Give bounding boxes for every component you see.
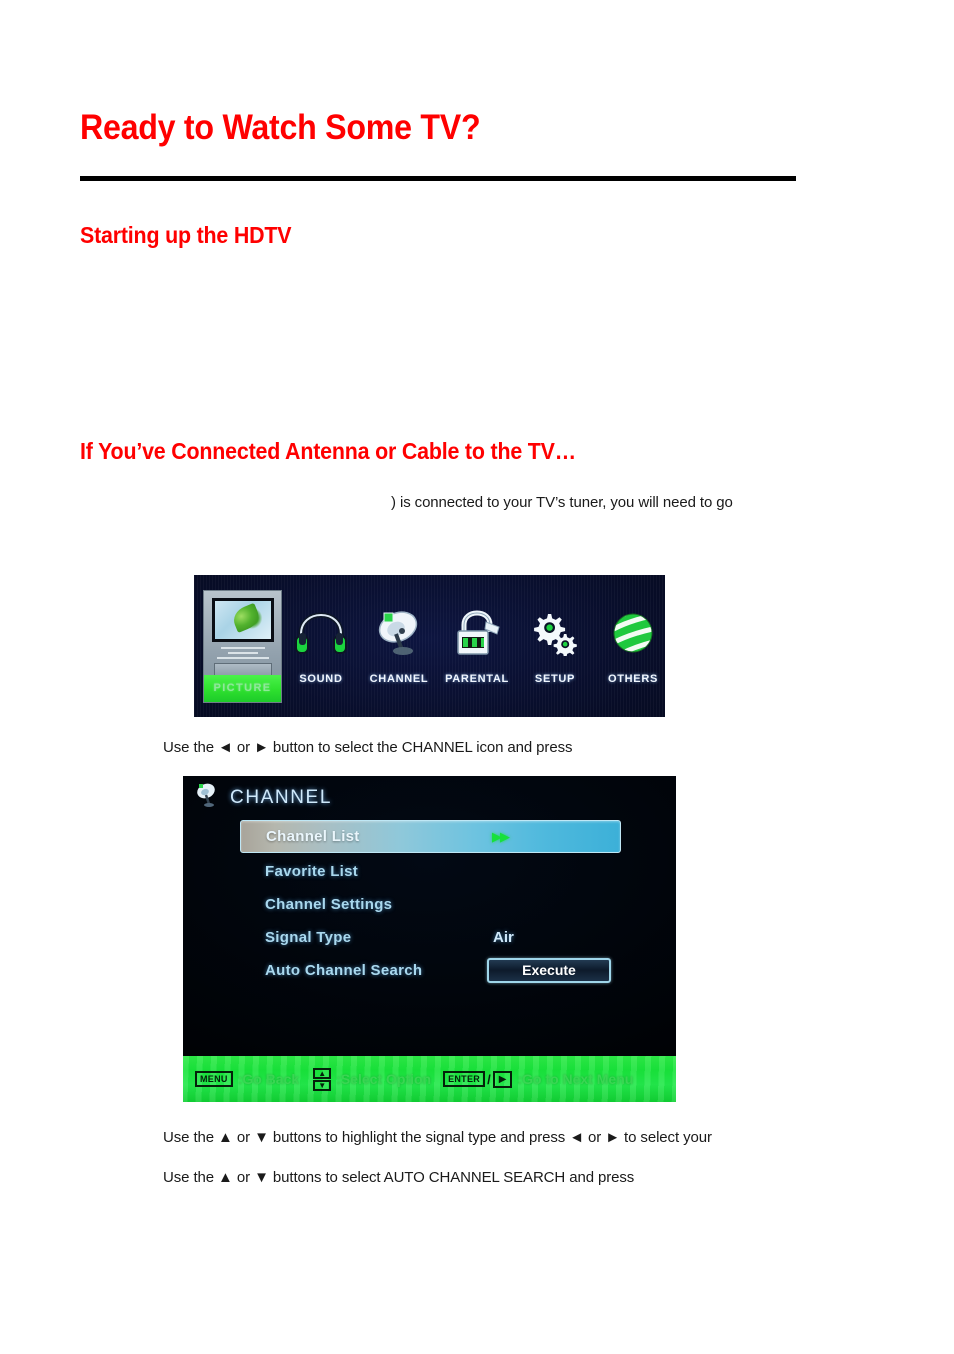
row-label: Channel List xyxy=(266,828,360,845)
channel-menu-header: CHANNEL xyxy=(194,782,332,813)
menu-item-label-others: OTHERS xyxy=(607,672,659,685)
figure-channel-menu-osd: CHANNEL Channel List ▶▶ Favorite List Ch… xyxy=(183,776,676,1102)
menu-item-parental[interactable]: PARENTAL xyxy=(438,590,516,703)
menu-item-others[interactable]: OTHERS xyxy=(594,590,665,703)
menu-item-label-setup: SETUP xyxy=(534,672,576,685)
menu-key-icon: MENU xyxy=(195,1071,233,1087)
satellite-dish-icon xyxy=(372,602,426,664)
instruction-channel-icon: Use the ◄ or ► button to select the CHAN… xyxy=(163,739,573,756)
tv-stand-bars xyxy=(213,646,273,659)
menu-key-action: :Go Back xyxy=(237,1071,300,1087)
satellite-dish-icon xyxy=(194,782,220,813)
section-heading-antenna: If You’ve Connected Antenna or Cable to … xyxy=(80,438,576,464)
row-label: Channel Settings xyxy=(265,896,393,913)
headphones-icon xyxy=(294,602,348,664)
menu-item-label-picture: PICTURE xyxy=(204,674,281,702)
main-menu-icon-row: PICTURE SOUND CHANNEL PARENTAL SETUP OTH… xyxy=(194,575,665,717)
menu-item-sound[interactable]: SOUND xyxy=(282,590,360,703)
channel-menu-row-auto-channel-search[interactable]: Auto Channel Search Execute xyxy=(183,954,676,987)
menu-item-picture[interactable]: PICTURE xyxy=(203,589,282,703)
menu-item-label-parental: PARENTAL xyxy=(445,672,509,685)
figure-main-menu-osd: PICTURE SOUND CHANNEL PARENTAL SETUP OTH… xyxy=(194,575,665,717)
padlock-icon xyxy=(450,602,504,664)
slash-separator: / xyxy=(487,1071,491,1087)
instruction-auto-search: Use the ▲ or ▼ buttons to select AUTO CH… xyxy=(163,1169,635,1186)
gears-icon xyxy=(528,602,582,664)
page-title: Ready to Watch Some TV? xyxy=(80,108,481,147)
tv-picture-icon xyxy=(211,597,274,642)
row-label: Favorite List xyxy=(265,863,359,880)
updown-action: :Select Option xyxy=(336,1071,432,1087)
enter-key-action: :Go to Next Menu xyxy=(517,1071,634,1087)
instruction-signal-type: Use the ▲ or ▼ buttons to highlight the … xyxy=(163,1129,712,1146)
execute-button[interactable]: Execute xyxy=(487,958,611,983)
down-arrow-icon: ▼ xyxy=(313,1079,332,1091)
menu-item-setup[interactable]: SETUP xyxy=(516,590,594,703)
channel-menu-row-signal-type[interactable]: Signal Type Air xyxy=(183,921,676,954)
signal-type-value: Air xyxy=(493,929,514,946)
double-right-arrow-icon: ▶▶ xyxy=(492,828,510,844)
channel-menu-footer-hints: MENU :Go Back ▲ ▼ :Select Option ENTER /… xyxy=(183,1056,676,1102)
channel-menu-row-favorite-list[interactable]: Favorite List xyxy=(183,855,676,888)
up-down-arrows-icon: ▲ ▼ xyxy=(313,1067,332,1091)
row-label: Auto Channel Search xyxy=(265,962,423,979)
title-divider xyxy=(80,176,796,181)
row-label: Signal Type xyxy=(265,929,352,946)
enter-key-icon: ENTER xyxy=(443,1071,486,1087)
channel-menu-row-channel-list[interactable]: Channel List ▶▶ xyxy=(240,820,621,853)
menu-item-label-sound: SOUND xyxy=(299,672,343,685)
paragraph-tuner: ) is connected to your TV’s tuner, you w… xyxy=(391,494,733,511)
right-arrow-key-icon: ▶ xyxy=(492,1070,513,1088)
channel-menu-row-channel-settings[interactable]: Channel Settings xyxy=(183,888,676,921)
channel-menu-title: CHANNEL xyxy=(230,786,332,808)
channel-menu-list: Channel List ▶▶ Favorite List Channel Se… xyxy=(183,820,676,987)
globe-icon xyxy=(606,602,660,664)
up-arrow-icon: ▲ xyxy=(313,1067,332,1079)
menu-item-channel[interactable]: CHANNEL xyxy=(360,590,438,703)
document-page: Ready to Watch Some TV? Starting up the … xyxy=(0,0,954,1354)
section-heading-startup: Starting up the HDTV xyxy=(80,222,292,248)
leaf-graphic xyxy=(229,603,262,634)
menu-item-label-channel: CHANNEL xyxy=(369,672,429,685)
